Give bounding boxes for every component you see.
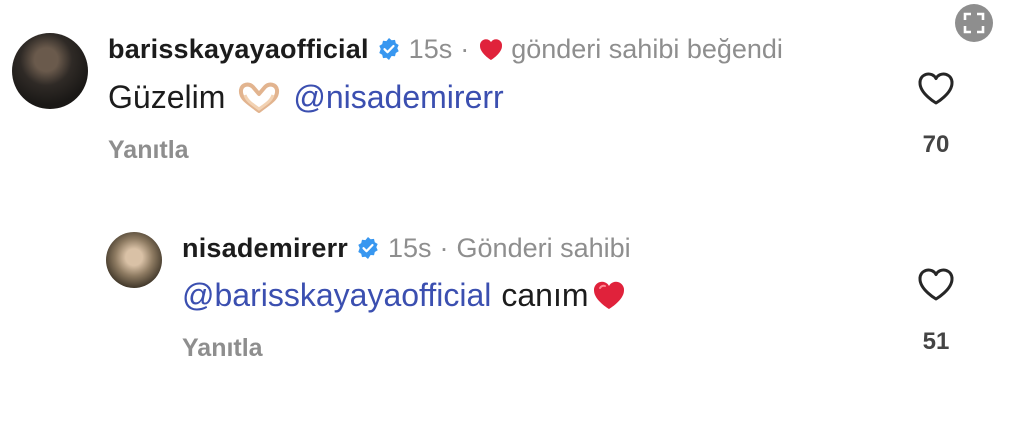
comment-text: @barisskayayaofficial canım (182, 276, 627, 314)
comment-header: nisademirerr 15s · Gönderi sahibi (182, 232, 631, 264)
heart-filled-icon (480, 39, 503, 60)
expand-button[interactable] (955, 4, 993, 42)
avatar[interactable] (106, 232, 162, 288)
heart-outline-icon[interactable] (916, 266, 956, 302)
comment-time: 15s (408, 34, 453, 64)
verified-badge-icon (378, 38, 399, 60)
separator-dot: · (439, 233, 449, 263)
verified-badge-icon (358, 237, 378, 259)
reply-button[interactable]: Yanıtla (108, 136, 189, 165)
separator-dot: · (460, 34, 470, 64)
comment-header: barisskayayaofficial 15s · gönderi sahib… (108, 33, 783, 65)
comment-username[interactable]: nisademirerr (182, 232, 348, 264)
comment-username[interactable]: barisskayayaofficial (108, 33, 369, 65)
heart-outline-icon[interactable] (916, 70, 956, 106)
like-count: 51 (922, 328, 950, 355)
heart-hands-emoji-icon (239, 82, 280, 113)
red-heart-emoji-icon (593, 281, 624, 309)
comment-time: 15s (387, 233, 432, 263)
comment-text-content: canım (501, 277, 589, 313)
avatar[interactable] (12, 33, 88, 109)
mention-link[interactable]: @barisskayayaofficial (182, 276, 491, 314)
mention-link[interactable]: @nisademirerr (293, 78, 503, 116)
comment-text: Güzelim @nisademirerr (108, 78, 504, 116)
like-count: 70 (922, 131, 950, 158)
author-label: Gönderi sahibi (456, 233, 631, 263)
comment-text-content: Güzelim (108, 79, 226, 115)
expand-icon (963, 12, 985, 34)
reply-button[interactable]: Yanıtla (182, 334, 263, 363)
liked-by-author-label: gönderi sahibi beğendi (511, 34, 783, 64)
